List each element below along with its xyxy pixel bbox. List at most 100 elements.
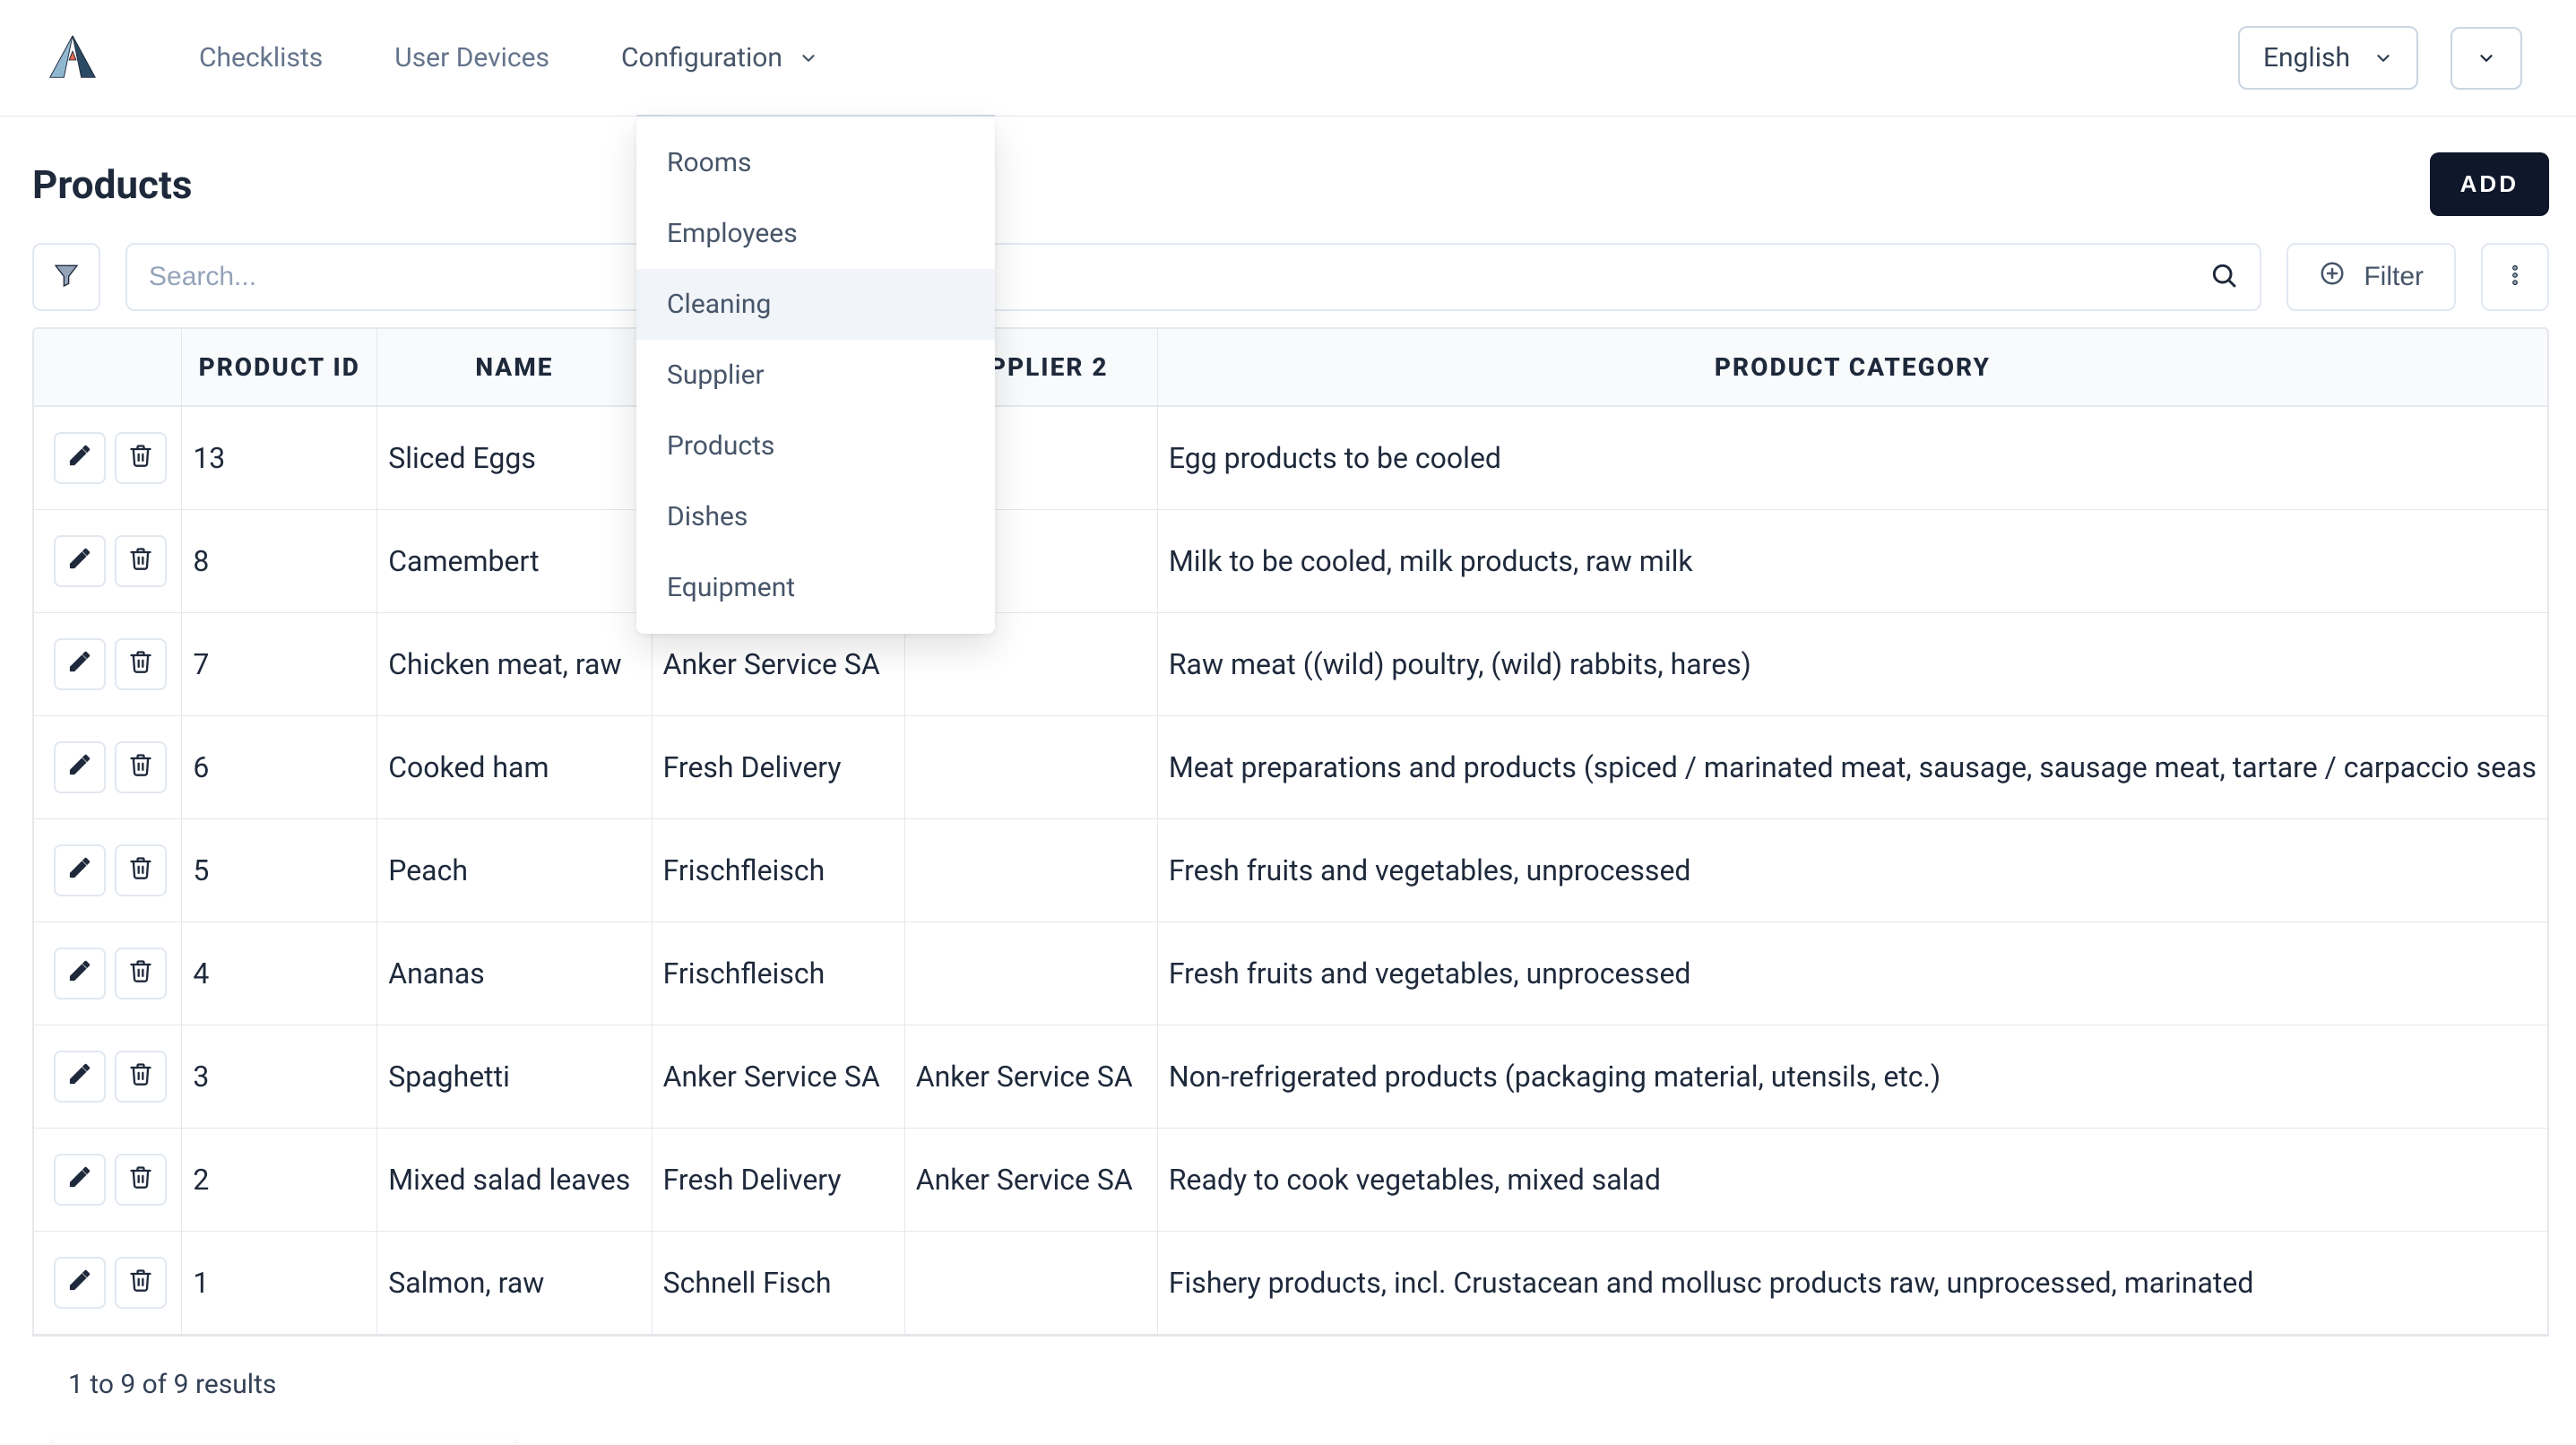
shadow-decoration bbox=[54, 1436, 514, 1445]
trash-icon bbox=[128, 1163, 153, 1197]
dropdown-divider bbox=[636, 115, 995, 117]
top-nav: Checklists User Devices Configuration En… bbox=[0, 0, 2576, 117]
delete-button[interactable] bbox=[115, 535, 167, 587]
filter-button-label: Filter bbox=[2364, 262, 2424, 292]
filter-funnel-button[interactable] bbox=[32, 243, 100, 311]
account-dropdown[interactable] bbox=[2451, 27, 2522, 90]
kebab-menu-button[interactable] bbox=[2481, 243, 2549, 311]
dropdown-item-cleaning[interactable]: Cleaning bbox=[636, 269, 995, 340]
supplier2-cell: Anker Service SA bbox=[904, 1025, 1157, 1129]
name-cell: Cooked ham bbox=[377, 716, 652, 819]
edit-button[interactable] bbox=[54, 1154, 106, 1206]
filter-button[interactable]: Filter bbox=[2286, 243, 2456, 311]
nav-checklists[interactable]: Checklists bbox=[199, 42, 323, 74]
products-table: PRODUCT ID NAME SUPPLIER 2 PRODUCT CATEG… bbox=[32, 327, 2549, 1337]
supplier2-cell: Anker Service SA bbox=[904, 1129, 1157, 1232]
delete-button[interactable] bbox=[115, 1051, 167, 1103]
table-footer: 1 to 9 of 9 results bbox=[27, 1337, 2576, 1436]
delete-button[interactable] bbox=[115, 1257, 167, 1309]
name-cell: Sliced Eggs bbox=[377, 406, 652, 510]
col-name-header[interactable]: NAME bbox=[377, 329, 652, 406]
supplier1-cell: Frischfleisch bbox=[652, 819, 904, 922]
name-cell: Spaghetti bbox=[377, 1025, 652, 1129]
delete-button[interactable] bbox=[115, 947, 167, 999]
table-row: 8CamembertMilk to be cooled, milk produc… bbox=[34, 510, 2547, 613]
edit-button[interactable] bbox=[54, 1257, 106, 1309]
category-cell: Egg products to be cooled bbox=[1157, 406, 2547, 510]
trash-icon bbox=[128, 956, 153, 991]
language-select[interactable]: English bbox=[2238, 26, 2418, 90]
col-category-header[interactable]: PRODUCT CATEGORY bbox=[1157, 329, 2547, 406]
dropdown-item-employees[interactable]: Employees bbox=[636, 198, 995, 269]
col-actions-header bbox=[34, 329, 182, 406]
category-cell: Milk to be cooled, milk products, raw mi… bbox=[1157, 510, 2547, 613]
name-cell: Mixed salad leaves bbox=[377, 1129, 652, 1232]
page-title: Products bbox=[32, 161, 192, 208]
product-id-cell: 6 bbox=[182, 716, 377, 819]
dropdown-item-products[interactable]: Products bbox=[636, 411, 995, 481]
edit-button[interactable] bbox=[54, 947, 106, 999]
search-input[interactable] bbox=[149, 262, 2193, 292]
table-row: 1Salmon, rawSchnell FischFishery product… bbox=[34, 1232, 2547, 1335]
dropdown-item-supplier[interactable]: Supplier bbox=[636, 340, 995, 411]
search-box bbox=[125, 243, 2261, 311]
search-icon bbox=[2209, 261, 2238, 293]
pencil-icon bbox=[67, 853, 92, 887]
nav-configuration[interactable]: Configuration bbox=[621, 42, 818, 74]
pencil-icon bbox=[67, 750, 92, 784]
plus-circle-icon bbox=[2319, 260, 2346, 294]
name-cell: Peach bbox=[377, 819, 652, 922]
supplier2-cell bbox=[904, 922, 1157, 1025]
delete-button[interactable] bbox=[115, 741, 167, 793]
row-actions-cell bbox=[34, 406, 182, 510]
row-actions-cell bbox=[34, 1025, 182, 1129]
configuration-dropdown: RoomsEmployeesCleaningSupplierProductsDi… bbox=[636, 117, 995, 634]
dropdown-item-rooms[interactable]: Rooms bbox=[636, 127, 995, 198]
table-row: 6Cooked hamFresh Delivery Meat preparatio… bbox=[34, 716, 2547, 819]
edit-button[interactable] bbox=[54, 535, 106, 587]
dropdown-item-equipment[interactable]: Equipment bbox=[636, 552, 995, 623]
category-cell: Ready to cook vegetables, mixed salad bbox=[1157, 1129, 2547, 1232]
row-actions-cell bbox=[34, 613, 182, 716]
delete-button[interactable] bbox=[115, 638, 167, 690]
pencil-icon bbox=[67, 1060, 92, 1094]
product-id-cell: 13 bbox=[182, 406, 377, 510]
kebab-icon bbox=[2503, 263, 2528, 291]
chevron-down-icon bbox=[2373, 48, 2393, 68]
pencil-icon bbox=[67, 544, 92, 578]
edit-button[interactable] bbox=[54, 432, 106, 484]
supplier2-cell bbox=[904, 1232, 1157, 1335]
edit-button[interactable] bbox=[54, 638, 106, 690]
supplier2-cell bbox=[904, 716, 1157, 819]
delete-button[interactable] bbox=[115, 1154, 167, 1206]
name-cell: Ananas bbox=[377, 922, 652, 1025]
edit-button[interactable] bbox=[54, 1051, 106, 1103]
product-id-cell: 7 bbox=[182, 613, 377, 716]
category-cell: Raw meat ((wild) poultry, (wild) rabbits… bbox=[1157, 613, 2547, 716]
edit-button[interactable] bbox=[54, 844, 106, 896]
app-logo-icon bbox=[45, 30, 100, 86]
table-row: 2Mixed salad leavesFresh DeliveryAnker S… bbox=[34, 1129, 2547, 1232]
add-button[interactable]: ADD bbox=[2430, 152, 2549, 216]
delete-button[interactable] bbox=[115, 432, 167, 484]
category-cell: Meat preparations and products (spiced /… bbox=[1157, 716, 2547, 819]
delete-button[interactable] bbox=[115, 844, 167, 896]
nav-user-devices[interactable]: User Devices bbox=[394, 42, 549, 74]
edit-button[interactable] bbox=[54, 741, 106, 793]
trash-icon bbox=[128, 441, 153, 475]
category-cell: Fresh fruits and vegetables, unprocessed bbox=[1157, 819, 2547, 922]
chevron-down-icon bbox=[799, 48, 818, 68]
trash-icon bbox=[128, 544, 153, 578]
pencil-icon bbox=[67, 441, 92, 475]
trash-icon bbox=[128, 1060, 153, 1094]
table-row: 4AnanasFrischfleischFresh fruits and veg… bbox=[34, 922, 2547, 1025]
supplier1-cell: Fresh Delivery bbox=[652, 716, 904, 819]
col-product-id-header[interactable]: PRODUCT ID bbox=[182, 329, 377, 406]
trash-icon bbox=[128, 1266, 153, 1300]
nav-items: Checklists User Devices Configuration bbox=[199, 42, 818, 74]
pencil-icon bbox=[67, 1266, 92, 1300]
nav-configuration-label: Configuration bbox=[621, 42, 782, 74]
trash-icon bbox=[128, 647, 153, 681]
name-cell: Chicken meat, raw bbox=[377, 613, 652, 716]
dropdown-item-dishes[interactable]: Dishes bbox=[636, 481, 995, 552]
